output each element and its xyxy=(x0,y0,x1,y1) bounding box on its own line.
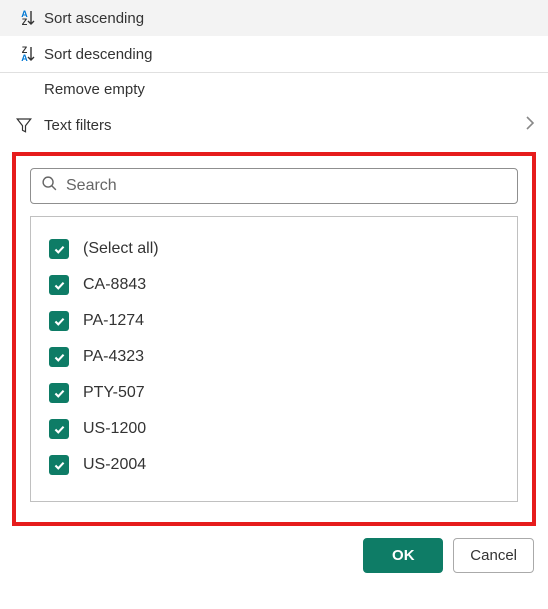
checkbox[interactable] xyxy=(49,419,69,439)
sort-asc-icon: AZ xyxy=(12,8,36,28)
filter-values-panel: (Select all) CA-8843 PA-1274 PA-4323 PTY-507… xyxy=(12,152,536,526)
search-input[interactable] xyxy=(66,177,507,195)
remove-empty-label: Remove empty xyxy=(44,81,536,98)
search-field-wrapper[interactable] xyxy=(30,168,518,204)
checkbox[interactable] xyxy=(49,275,69,295)
sort-asc-label: Sort ascending xyxy=(44,10,536,27)
value-row[interactable]: PTY-507 xyxy=(49,375,499,411)
checkbox[interactable] xyxy=(49,347,69,367)
text-filters[interactable]: Text filters xyxy=(0,106,548,144)
value-label: US-1200 xyxy=(83,420,146,438)
value-label: US-2004 xyxy=(83,456,146,474)
checkbox[interactable] xyxy=(49,455,69,475)
value-row[interactable]: US-1200 xyxy=(49,411,499,447)
value-label: PA-1274 xyxy=(83,312,144,330)
value-label: (Select all) xyxy=(83,240,159,258)
dialog-footer: OK Cancel xyxy=(0,526,548,587)
text-filters-label: Text filters xyxy=(44,117,524,134)
cancel-button[interactable]: Cancel xyxy=(453,538,534,573)
value-row[interactable]: (Select all) xyxy=(49,231,499,267)
sort-descending[interactable]: ZA Sort descending xyxy=(0,36,548,72)
value-row[interactable]: US-2004 xyxy=(49,447,499,483)
filter-icon xyxy=(12,115,36,135)
checkbox[interactable] xyxy=(49,383,69,403)
sort-desc-label: Sort descending xyxy=(44,46,536,63)
checkbox[interactable] xyxy=(49,239,69,259)
remove-empty[interactable]: Remove empty xyxy=(0,73,548,106)
search-icon xyxy=(41,175,58,197)
sort-ascending[interactable]: AZ Sort ascending xyxy=(0,0,548,36)
ok-button[interactable]: OK xyxy=(363,538,443,573)
value-label: PTY-507 xyxy=(83,384,145,402)
value-label: PA-4323 xyxy=(83,348,144,366)
values-list: (Select all) CA-8843 PA-1274 PA-4323 PTY-507… xyxy=(30,216,518,502)
sort-desc-icon: ZA xyxy=(12,44,36,64)
value-row[interactable]: PA-1274 xyxy=(49,303,499,339)
chevron-right-icon xyxy=(524,114,536,136)
value-row[interactable]: CA-8843 xyxy=(49,267,499,303)
value-row[interactable]: PA-4323 xyxy=(49,339,499,375)
checkbox[interactable] xyxy=(49,311,69,331)
value-label: CA-8843 xyxy=(83,276,146,294)
